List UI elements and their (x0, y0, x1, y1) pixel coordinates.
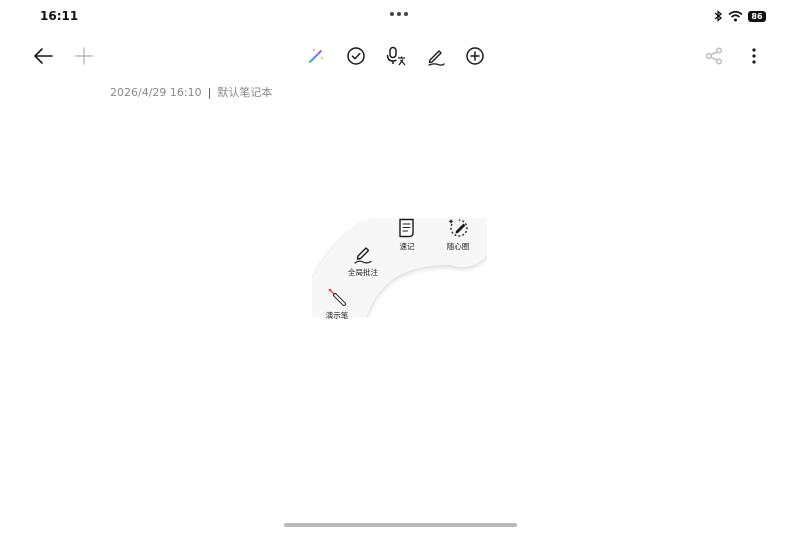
multitask-dots[interactable] (390, 10, 410, 18)
pen-arc-menu: 演示笔 全局批注 速记 随心圈 (300, 195, 500, 335)
note-meta: 2026/4/29 16:10 | 默认笔记本 (110, 84, 272, 100)
wifi-icon (728, 7, 743, 26)
more-options-icon[interactable] (741, 43, 767, 69)
ai-magic-pen-icon[interactable] (303, 43, 329, 69)
notebook-name[interactable]: 默认笔记本 (217, 86, 272, 99)
arc-item-label: 随心圈 (446, 242, 470, 251)
battery-indicator: 86 (748, 10, 766, 22)
status-icons: 86 (713, 8, 766, 24)
handwriting-pen-icon[interactable] (423, 43, 449, 69)
checklist-icon[interactable] (343, 43, 369, 69)
status-bar: 16:11 86 (0, 0, 800, 34)
arc-item-circle-select[interactable]: 随心圈 (436, 217, 480, 252)
back-arrow-icon[interactable] (30, 43, 56, 69)
share-icon[interactable] (701, 43, 727, 69)
add-icon[interactable] (71, 43, 97, 69)
arc-item-label: 全局批注 (348, 268, 378, 277)
arc-item-quick-note[interactable]: 速记 (385, 217, 429, 252)
arc-item-laser-pointer[interactable]: 演示笔 (315, 286, 359, 321)
status-time: 16:11 (40, 9, 79, 23)
insert-plus-icon[interactable] (462, 43, 488, 69)
arc-item-label: 演示笔 (325, 311, 349, 320)
circle-select-icon (447, 217, 469, 239)
meta-separator: | (207, 86, 212, 99)
arc-item-global-annotation[interactable]: 全局批注 (341, 243, 385, 278)
quick-note-icon (396, 217, 418, 239)
note-datetime: 2026/4/29 16:10 (110, 86, 202, 99)
arc-item-label: 速记 (399, 242, 415, 251)
laser-pointer-icon (326, 286, 348, 308)
voice-translate-icon[interactable] (383, 43, 409, 69)
pen-scribble-icon (352, 243, 374, 265)
home-indicator[interactable] (284, 523, 517, 527)
bluetooth-icon (713, 7, 723, 26)
note-toolbar (0, 38, 800, 74)
